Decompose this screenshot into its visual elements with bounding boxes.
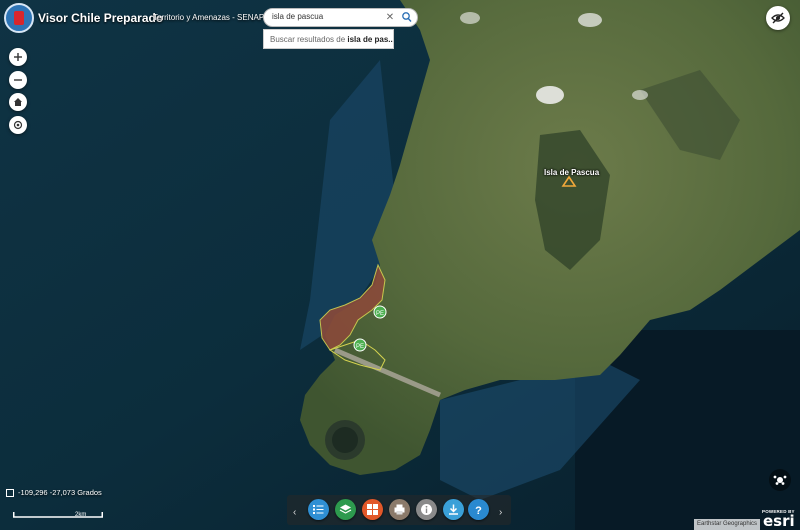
map-view[interactable]: PE PE bbox=[0, 0, 800, 530]
scale-label: 2km bbox=[75, 512, 86, 518]
crosshair-icon[interactable] bbox=[6, 489, 14, 498]
pe-marker[interactable]: PE bbox=[353, 338, 367, 352]
app-logo bbox=[4, 3, 34, 33]
toolbar-next-button[interactable]: › bbox=[499, 507, 502, 518]
svg-text:PE: PE bbox=[376, 311, 384, 317]
legend-button[interactable] bbox=[308, 499, 329, 520]
esri-brand-text: esri bbox=[763, 512, 795, 530]
locate-icon bbox=[13, 120, 23, 130]
search-box: ✕ bbox=[263, 8, 418, 27]
search-icon bbox=[402, 12, 412, 22]
help-icon: ? bbox=[475, 505, 482, 516]
layers-icon bbox=[339, 504, 352, 514]
home-icon bbox=[14, 98, 22, 106]
pe-marker[interactable]: PE bbox=[373, 305, 387, 319]
crater-lake bbox=[332, 427, 358, 453]
locate-button[interactable] bbox=[9, 116, 27, 134]
svg-text:?: ? bbox=[475, 505, 482, 516]
toggle-visibility-button[interactable] bbox=[766, 6, 790, 30]
cloud bbox=[536, 86, 564, 104]
zoom-out-button[interactable] bbox=[9, 71, 27, 89]
compass-icon bbox=[773, 475, 787, 485]
coordinate-readout: -109,296 -27,073 Grados bbox=[6, 488, 102, 498]
basemap-gallery-button[interactable] bbox=[362, 499, 383, 520]
close-icon: ✕ bbox=[385, 12, 395, 23]
plus-icon bbox=[14, 53, 22, 61]
suggestion-term: isla de pas... bbox=[347, 35, 394, 44]
chevron-right-icon: › bbox=[499, 507, 503, 518]
esri-logo: POWERED BY esri bbox=[762, 508, 800, 530]
app-subtitle: Territorio y Amenazas - SENAPRED bbox=[153, 13, 282, 22]
zoom-in-button[interactable] bbox=[9, 48, 27, 66]
suggestion-prefix: Buscar resultados de bbox=[270, 35, 348, 44]
app-title: Visor Chile Preparado bbox=[38, 11, 164, 25]
print-button[interactable] bbox=[389, 499, 410, 520]
map-attribution: Earthstar Geographics bbox=[694, 519, 760, 530]
basemap-gallery-icon bbox=[367, 504, 378, 515]
chevron-left-icon: ‹ bbox=[293, 507, 297, 518]
eye-off-icon bbox=[771, 12, 785, 24]
minus-icon bbox=[14, 79, 22, 81]
place-label: Isla de Pascua bbox=[544, 168, 600, 177]
scale-bar: 2km bbox=[13, 512, 103, 518]
download-icon bbox=[449, 504, 458, 515]
home-button[interactable] bbox=[9, 93, 27, 111]
layers-button[interactable] bbox=[335, 499, 356, 520]
download-button[interactable] bbox=[443, 499, 464, 520]
print-icon bbox=[394, 504, 405, 515]
clear-search-button[interactable]: ✕ bbox=[384, 11, 396, 24]
toolbar-prev-button[interactable]: ‹ bbox=[293, 507, 296, 518]
coordinates-text: -109,296 -27,073 Grados bbox=[18, 488, 102, 497]
search-input[interactable] bbox=[272, 12, 382, 21]
svg-text:PE: PE bbox=[356, 344, 364, 350]
help-button[interactable]: ? bbox=[468, 499, 489, 520]
compass-button[interactable] bbox=[769, 469, 791, 491]
info-button[interactable] bbox=[416, 499, 437, 520]
search-suggestion[interactable]: Buscar resultados de isla de pas... bbox=[263, 29, 394, 49]
legend-icon bbox=[313, 505, 324, 514]
info-icon bbox=[421, 504, 432, 515]
search-button[interactable] bbox=[401, 11, 413, 24]
cloud bbox=[632, 90, 648, 100]
